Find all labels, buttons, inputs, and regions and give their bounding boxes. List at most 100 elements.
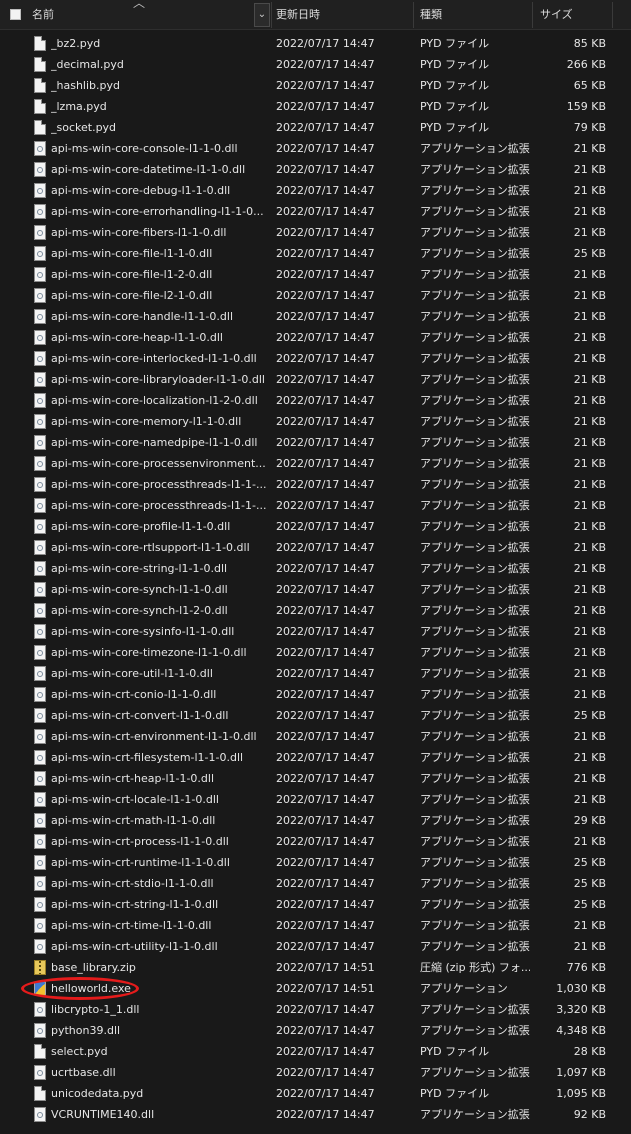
file-row[interactable]: api-ms-win-crt-heap-l1-1-0.dll 2022/07/17… <box>0 768 631 789</box>
file-row[interactable]: api-ms-win-crt-environment-l1-1-0.dll 202… <box>0 726 631 747</box>
file-row[interactable]: helloworld.exe 2022/07/17 14:51 アプリケーション 1,… <box>0 978 631 999</box>
column-divider[interactable] <box>271 2 272 28</box>
dll-file-icon <box>34 393 46 408</box>
file-row[interactable]: api-ms-win-core-synch-l1-1-0.dll 2022/07/… <box>0 579 631 600</box>
dll-file-icon <box>34 330 46 345</box>
file-name: unicodedata.pyd <box>51 1087 144 1100</box>
file-row[interactable]: api-ms-win-core-util-l1-1-0.dll 2022/07/1… <box>0 663 631 684</box>
column-header-size[interactable]: サイズ <box>540 0 573 30</box>
file-row[interactable]: api-ms-win-core-sysinfo-l1-1-0.dll 2022/0… <box>0 621 631 642</box>
file-date: 2022/07/17 14:47 <box>276 100 375 113</box>
file-size: 21 KB <box>573 835 606 848</box>
file-row[interactable]: api-ms-win-crt-stdio-l1-1-0.dll 2022/07/1… <box>0 873 631 894</box>
file-row[interactable]: base_library.zip 2022/07/17 14:51 圧縮 (zip … <box>0 957 631 978</box>
file-size: 21 KB <box>573 268 606 281</box>
file-row[interactable]: api-ms-win-crt-process-l1-1-0.dll 2022/07… <box>0 831 631 852</box>
file-row[interactable]: api-ms-win-crt-time-l1-1-0.dll 2022/07/17… <box>0 915 631 936</box>
file-row[interactable]: api-ms-win-core-processenvironment... 202… <box>0 453 631 474</box>
column-header-date[interactable]: 更新日時 <box>276 0 320 30</box>
file-row[interactable]: _bz2.pyd 2022/07/17 14:47 PYD ファイル 85 KB <box>0 33 631 54</box>
file-row[interactable]: api-ms-win-crt-convert-l1-1-0.dll 2022/07… <box>0 705 631 726</box>
file-row[interactable]: api-ms-win-crt-runtime-l1-1-0.dll 2022/07… <box>0 852 631 873</box>
dll-file-icon <box>34 309 46 324</box>
file-row[interactable]: api-ms-win-crt-conio-l1-1-0.dll 2022/07/1… <box>0 684 631 705</box>
file-size: 21 KB <box>573 793 606 806</box>
file-type: アプリケーション拡張 <box>420 1108 530 1121</box>
file-row[interactable]: api-ms-win-core-heap-l1-1-0.dll 2022/07/1… <box>0 327 631 348</box>
file-row[interactable]: api-ms-win-core-file-l1-2-0.dll 2022/07/1… <box>0 264 631 285</box>
file-row[interactable]: api-ms-win-core-rtlsupport-l1-1-0.dll 202… <box>0 537 631 558</box>
file-row[interactable]: api-ms-win-crt-locale-l1-1-0.dll 2022/07/… <box>0 789 631 810</box>
file-row[interactable]: api-ms-win-core-errorhandling-l1-1-0... 2… <box>0 201 631 222</box>
file-type: アプリケーション拡張 <box>420 772 530 785</box>
file-size: 21 KB <box>573 919 606 932</box>
file-size: 21 KB <box>573 478 606 491</box>
column-divider[interactable] <box>532 2 533 28</box>
file-row[interactable]: _lzma.pyd 2022/07/17 14:47 PYD ファイル 159 KB <box>0 96 631 117</box>
column-divider[interactable] <box>612 2 613 28</box>
document-icon <box>34 120 46 135</box>
file-row[interactable]: VCRUNTIME140.dll 2022/07/17 14:47 アプリケーション… <box>0 1104 631 1125</box>
dll-file-icon <box>34 561 46 576</box>
file-date: 2022/07/17 14:47 <box>276 415 375 428</box>
file-row[interactable]: api-ms-win-core-processthreads-l1-1-... 2… <box>0 495 631 516</box>
file-row[interactable]: ucrtbase.dll 2022/07/17 14:47 アプリケーション拡張 1,… <box>0 1062 631 1083</box>
dll-file-icon <box>34 351 46 366</box>
column-header-type[interactable]: 種類 <box>420 0 442 30</box>
file-type: アプリケーション拡張 <box>420 835 530 848</box>
column-divider[interactable] <box>413 2 414 28</box>
file-row[interactable]: api-ms-win-core-fibers-l1-1-0.dll 2022/07… <box>0 222 631 243</box>
file-size: 21 KB <box>573 205 606 218</box>
file-row[interactable]: unicodedata.pyd 2022/07/17 14:47 PYD ファイル 1… <box>0 1083 631 1104</box>
file-size: 21 KB <box>573 625 606 638</box>
file-row[interactable]: api-ms-win-crt-string-l1-1-0.dll 2022/07/… <box>0 894 631 915</box>
file-row[interactable]: _decimal.pyd 2022/07/17 14:47 PYD ファイル 266 … <box>0 54 631 75</box>
column-header-bar: 名前 ︿ ⌄ 更新日時 種類 サイズ <box>0 0 631 30</box>
file-date: 2022/07/17 14:47 <box>276 163 375 176</box>
chevron-down-icon[interactable]: ⌄ <box>254 3 270 27</box>
file-row[interactable]: api-ms-win-core-libraryloader-l1-1-0.dll… <box>0 369 631 390</box>
dll-file-icon <box>34 456 46 471</box>
file-name: api-ms-win-core-console-l1-1-0.dll <box>51 142 238 155</box>
file-type: アプリケーション拡張 <box>420 520 530 533</box>
file-row[interactable]: api-ms-win-core-timezone-l1-1-0.dll 2022/… <box>0 642 631 663</box>
file-row[interactable]: api-ms-win-core-handle-l1-1-0.dll 2022/07… <box>0 306 631 327</box>
select-all-checkbox[interactable] <box>10 9 21 20</box>
file-row[interactable]: api-ms-win-core-datetime-l1-1-0.dll 2022/… <box>0 159 631 180</box>
file-type: PYD ファイル <box>420 58 490 71</box>
file-row[interactable]: api-ms-win-core-localization-l1-2-0.dll 2… <box>0 390 631 411</box>
file-row[interactable]: _socket.pyd 2022/07/17 14:47 PYD ファイル 79 KB <box>0 117 631 138</box>
file-row[interactable]: api-ms-win-crt-filesystem-l1-1-0.dll 2022… <box>0 747 631 768</box>
dll-file-icon <box>34 141 46 156</box>
dll-file-icon <box>34 225 46 240</box>
file-row[interactable]: api-ms-win-crt-utility-l1-1-0.dll 2022/07… <box>0 936 631 957</box>
file-type: アプリケーション拡張 <box>420 604 530 617</box>
file-row[interactable]: api-ms-win-core-debug-l1-1-0.dll 2022/07/… <box>0 180 631 201</box>
file-row[interactable]: api-ms-win-core-console-l1-1-0.dll 2022/0… <box>0 138 631 159</box>
file-row[interactable]: _hashlib.pyd 2022/07/17 14:47 PYD ファイル 65 K… <box>0 75 631 96</box>
file-row[interactable]: api-ms-win-core-memory-l1-1-0.dll 2022/07… <box>0 411 631 432</box>
file-type: アプリケーション拡張 <box>420 730 530 743</box>
file-row[interactable]: api-ms-win-core-string-l1-1-0.dll 2022/07… <box>0 558 631 579</box>
file-row[interactable]: api-ms-win-core-profile-l1-1-0.dll 2022/0… <box>0 516 631 537</box>
file-name: api-ms-win-core-processthreads-l1-1-... <box>51 478 266 491</box>
file-name: api-ms-win-crt-stdio-l1-1-0.dll <box>51 877 214 890</box>
file-name: api-ms-win-crt-process-l1-1-0.dll <box>51 835 229 848</box>
file-row[interactable]: api-ms-win-core-file-l1-1-0.dll 2022/07/1… <box>0 243 631 264</box>
file-row[interactable]: libcrypto-1_1.dll 2022/07/17 14:47 アプリケーショ… <box>0 999 631 1020</box>
file-row[interactable]: api-ms-win-core-processthreads-l1-1-... 2… <box>0 474 631 495</box>
file-row[interactable]: select.pyd 2022/07/17 14:47 PYD ファイル 28 KB <box>0 1041 631 1062</box>
file-name: libcrypto-1_1.dll <box>51 1003 140 1016</box>
file-row[interactable]: python39.dll 2022/07/17 14:47 アプリケーション拡張 4,… <box>0 1020 631 1041</box>
file-row[interactable]: api-ms-win-crt-math-l1-1-0.dll 2022/07/17… <box>0 810 631 831</box>
file-row[interactable]: api-ms-win-core-synch-l1-2-0.dll 2022/07/… <box>0 600 631 621</box>
file-row[interactable]: api-ms-win-core-interlocked-l1-1-0.dll 20… <box>0 348 631 369</box>
file-date: 2022/07/17 14:51 <box>276 961 375 974</box>
file-row[interactable]: api-ms-win-core-file-l2-1-0.dll 2022/07/1… <box>0 285 631 306</box>
file-size: 21 KB <box>573 436 606 449</box>
column-header-name[interactable]: 名前 <box>32 0 54 30</box>
file-type: アプリケーション拡張 <box>420 184 530 197</box>
dll-file-icon <box>34 729 46 744</box>
file-type: アプリケーション拡張 <box>420 247 530 260</box>
file-row[interactable]: api-ms-win-core-namedpipe-l1-1-0.dll 2022… <box>0 432 631 453</box>
